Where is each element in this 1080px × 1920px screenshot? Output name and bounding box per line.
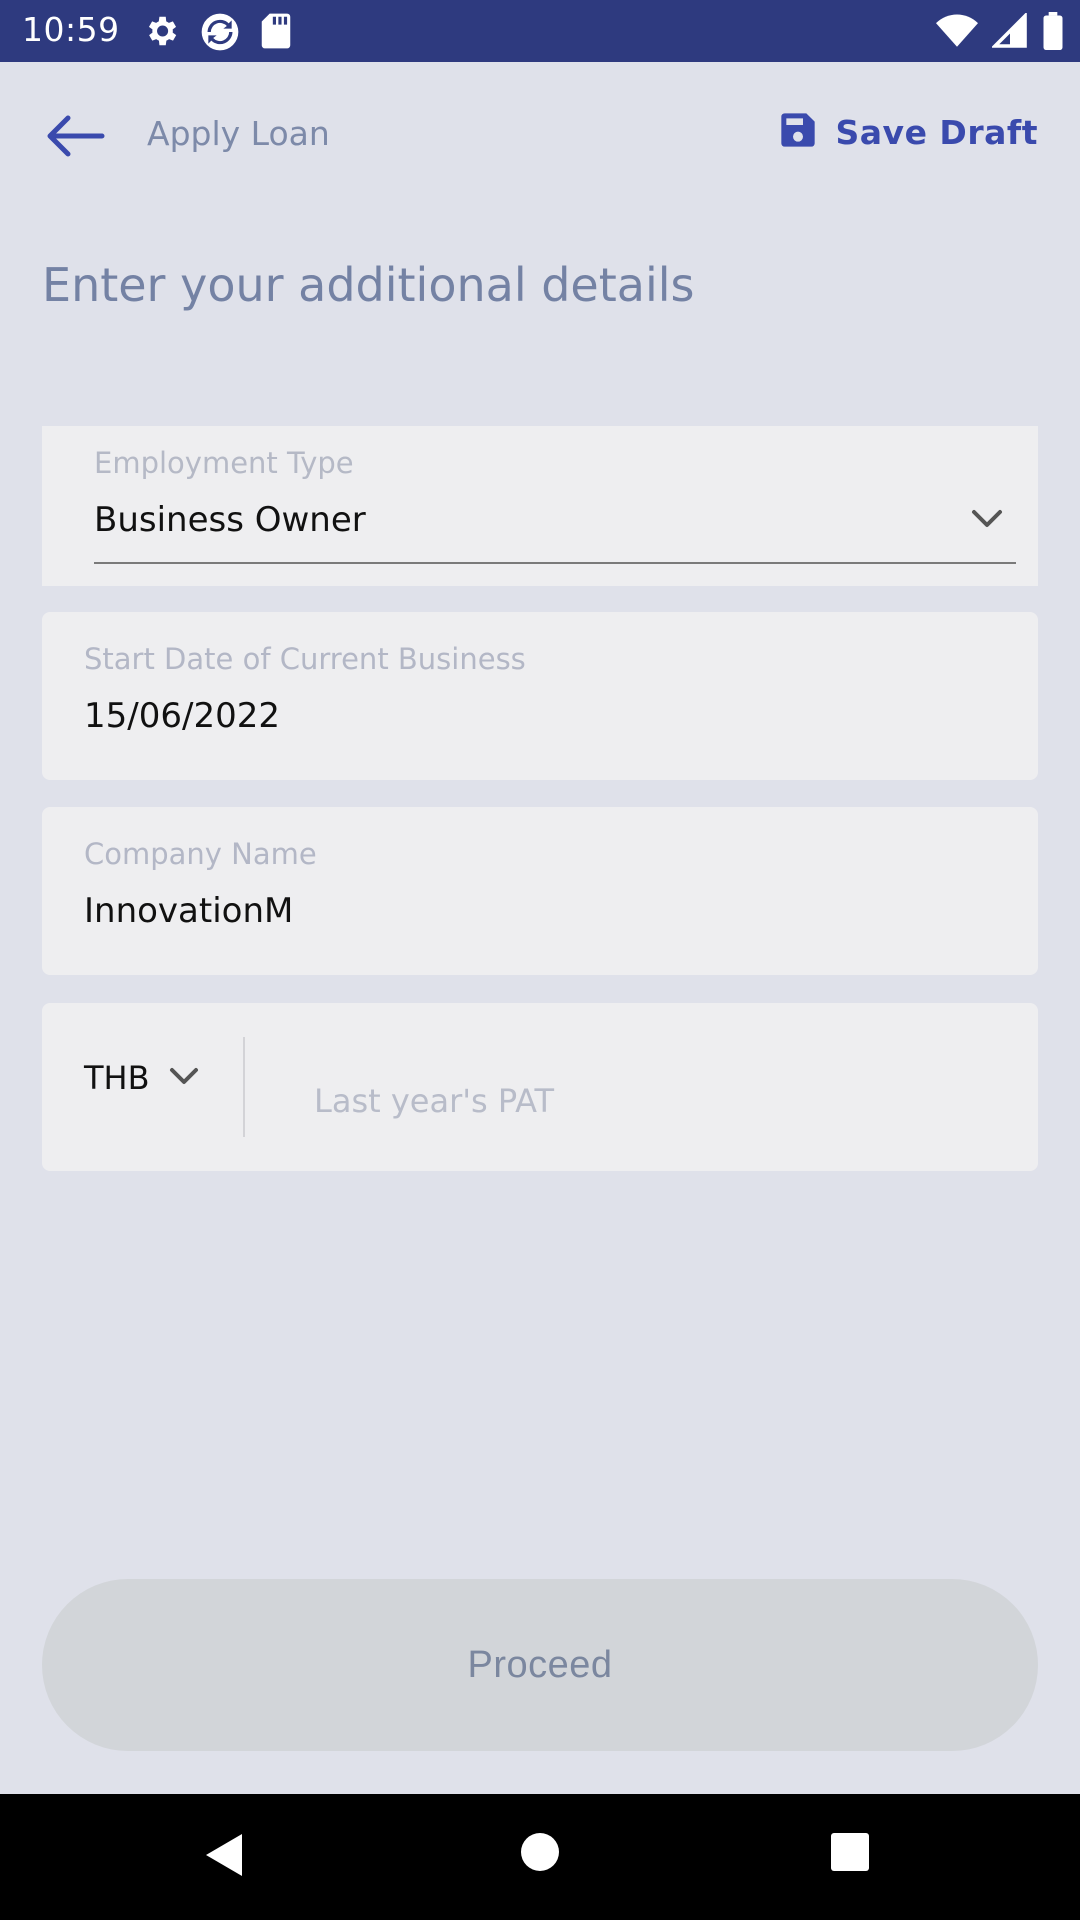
signal-icon <box>992 13 1028 49</box>
chevron-down-icon <box>970 508 1004 534</box>
employment-type-label: Employment Type <box>94 446 354 480</box>
system-nav-bar <box>0 1794 1080 1920</box>
status-bar: 10:59 <box>0 0 1080 62</box>
battery-icon <box>1042 12 1064 50</box>
start-date-label: Start Date of Current Business <box>84 642 526 676</box>
wifi-icon <box>936 13 978 49</box>
triangle-back-icon[interactable] <box>204 1832 244 1882</box>
employment-type-underline <box>94 562 1016 564</box>
currency-label: THB <box>84 1059 150 1097</box>
company-name-value: InnovationM <box>84 891 294 931</box>
save-draft-button[interactable]: Save Draft <box>778 110 1038 154</box>
status-right-icons <box>936 12 1064 50</box>
pat-divider <box>243 1037 245 1137</box>
start-date-field[interactable]: Start Date of Current Business 15/06/202… <box>42 612 1038 780</box>
back-button[interactable] <box>42 112 108 160</box>
square-recents-icon[interactable] <box>830 1832 870 1876</box>
circle-home-icon[interactable] <box>520 1832 560 1876</box>
proceed-button[interactable]: Proceed <box>42 1579 1038 1751</box>
status-time: 10:59 <box>22 10 120 49</box>
gear-icon <box>142 12 180 52</box>
arrow-left-icon <box>42 115 108 164</box>
pat-input[interactable] <box>312 1075 996 1127</box>
app-header: Apply Loan Save Draft <box>0 62 1080 212</box>
page-title: Apply Loan <box>147 114 330 153</box>
company-name-field[interactable]: Company Name InnovationM <box>42 807 1038 975</box>
sync-icon <box>200 12 240 52</box>
employment-type-value: Business Owner <box>94 500 366 540</box>
chevron-down-icon <box>168 1065 200 1091</box>
save-draft-label: Save Draft <box>835 112 1038 152</box>
floppy-disk-icon <box>778 110 818 154</box>
proceed-label: Proceed <box>467 1643 613 1686</box>
currency-dropdown[interactable]: THB <box>84 1059 200 1097</box>
page-heading: Enter your additional details <box>42 258 695 312</box>
pat-field: THB <box>42 1003 1038 1171</box>
start-date-value: 15/06/2022 <box>84 696 280 736</box>
status-left-icons <box>142 12 292 52</box>
sd-card-icon <box>260 12 292 52</box>
employment-type-dropdown[interactable]: Employment Type Business Owner <box>42 426 1038 586</box>
company-name-label: Company Name <box>84 837 317 871</box>
